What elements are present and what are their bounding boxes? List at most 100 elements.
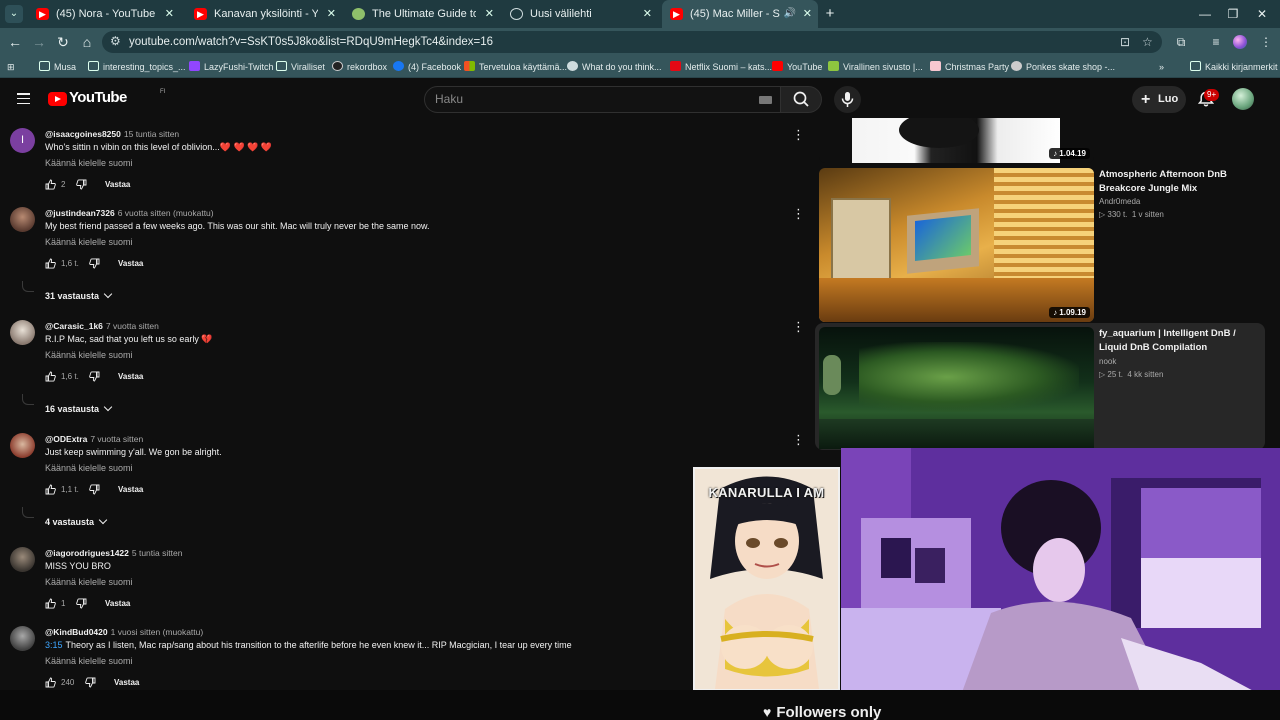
comment-author[interactable]: @isaacgoines8250 15 tuntia sitten <box>45 129 179 139</box>
translate-link[interactable]: Käännä kielelle suomi <box>45 350 133 360</box>
bookmarks-overflow-icon[interactable]: » <box>1159 56 1164 78</box>
more-actions-icon[interactable]: ⋮ <box>792 207 805 220</box>
page-scrollbar[interactable] <box>1272 81 1280 448</box>
avatar[interactable] <box>10 626 35 651</box>
channel-name[interactable]: nook <box>1099 357 1116 366</box>
close-tab-icon[interactable]: ✕ <box>327 0 336 28</box>
tab-youtube-studio[interactable]: ▶ Kanavan yksilöinti - YouTube Stu ✕ <box>186 0 342 28</box>
avatar[interactable] <box>10 320 35 345</box>
recommended-video[interactable]: ♪ 1.09.19 Atmospheric Afternoon DnB Brea… <box>819 168 1269 323</box>
dislike-icon[interactable] <box>89 484 100 495</box>
home-icon[interactable]: ⌂ <box>77 28 97 56</box>
site-info-icon[interactable]: ⚙ <box>110 34 121 48</box>
restore-icon[interactable]: ❐ <box>1223 0 1243 28</box>
translate-link[interactable]: Käännä kielelle suomi <box>45 237 133 247</box>
timestamp-link[interactable]: 3:15 <box>45 640 63 650</box>
dislike-icon[interactable] <box>89 371 100 382</box>
reply-button[interactable]: Vastaa <box>118 371 143 383</box>
create-button[interactable]: + Luo <box>1132 86 1186 113</box>
more-actions-icon[interactable]: ⋮ <box>792 320 805 333</box>
new-tab-button[interactable]: + <box>822 0 838 28</box>
comment-author[interactable]: @iagorodrigues1422 5 tuntia sitten <box>45 548 182 558</box>
all-bookmarks-folder[interactable]: Kaikki kirjanmerkit <box>1190 56 1278 78</box>
apps-grid-icon[interactable]: ⊞ <box>7 56 15 78</box>
install-app-icon[interactable]: ⊡ <box>1120 31 1130 53</box>
account-avatar[interactable] <box>1232 88 1254 110</box>
tab-mac-miller[interactable]: ▶ (45) Mac Miller - Self Care 🔊 ✕ <box>662 0 818 28</box>
comment-author[interactable]: @justindean7326 6 vuotta sitten (muokattu… <box>45 208 214 218</box>
bookmark-ponkes[interactable]: Ponkes skate shop -... <box>1011 56 1115 78</box>
bookmark-virallinen[interactable]: Virallinen sivusto |... <box>828 56 923 78</box>
view-replies-button[interactable]: 31 vastausta <box>45 289 113 301</box>
more-actions-icon[interactable]: ⋮ <box>792 433 805 446</box>
chrome-menu-icon[interactable]: ⋮ <box>1257 28 1275 56</box>
forward-icon[interactable]: → <box>29 28 49 56</box>
avatar[interactable]: I <box>10 128 35 153</box>
bookmark-youtube[interactable]: YouTube <box>772 56 822 78</box>
search-input[interactable]: Haku <box>424 86 781 113</box>
comment-author[interactable]: @Carasic_1k6 7 vuotta sitten <box>45 321 159 331</box>
video-title[interactable]: fy_aquarium | Intelligent DnB / Liquid D… <box>1099 327 1264 354</box>
reply-button[interactable]: Vastaa <box>118 484 143 496</box>
bookmark-facebook[interactable]: (4) Facebook <box>393 56 461 78</box>
hamburger-menu-icon[interactable] <box>17 93 30 108</box>
translate-link[interactable]: Käännä kielelle suomi <box>45 656 133 666</box>
tab-search-chevron-icon[interactable]: ⌄ <box>5 5 23 23</box>
bookmark-rekordbox[interactable]: rekordbox <box>332 56 387 78</box>
like-icon[interactable] <box>45 677 56 688</box>
tab-nora[interactable]: ▶ (45) Nora - YouTube ✕ <box>28 0 180 28</box>
close-window-icon[interactable]: ✕ <box>1252 0 1272 28</box>
keyboard-icon[interactable] <box>759 96 772 104</box>
comment-time[interactable]: 15 tuntia sitten <box>124 129 179 139</box>
more-actions-icon[interactable]: ⋮ <box>792 128 805 141</box>
avatar[interactable] <box>10 547 35 572</box>
like-icon[interactable] <box>45 371 56 382</box>
search-button[interactable] <box>781 86 822 113</box>
bookmark-folder-interesting-topics[interactable]: interesting_topics_... <box>88 56 186 78</box>
reply-button[interactable]: Vastaa <box>105 179 130 191</box>
close-tab-icon[interactable]: ✕ <box>165 0 174 28</box>
translate-link[interactable]: Käännä kielelle suomi <box>45 577 133 587</box>
comment-time[interactable]: 1 vuosi sitten (muokattu) <box>111 627 204 637</box>
tab-search-icon[interactable]: ≡ <box>1207 28 1225 56</box>
bookmark-netflix[interactable]: Netflix Suomi – kats... <box>670 56 772 78</box>
translate-link[interactable]: Käännä kielelle suomi <box>45 158 133 168</box>
comment-time[interactable]: 7 vuotta sitten <box>106 321 159 331</box>
recommended-video[interactable]: ♪ 1.04.19 <box>819 118 1269 163</box>
tab-japanese-guide[interactable]: The Ultimate Guide to Japanese ✕ <box>344 0 500 28</box>
view-replies-button[interactable]: 4 vastausta <box>45 515 108 527</box>
address-bar[interactable]: ⚙ youtube.com/watch?v=SsKT0s5J8ko&list=R… <box>102 31 1162 53</box>
recommended-video[interactable]: fy_aquarium | Intelligent DnB / Liquid D… <box>819 327 1269 449</box>
close-tab-icon[interactable]: ✕ <box>803 0 812 28</box>
back-icon[interactable]: ← <box>5 28 25 56</box>
bookmark-what-do-you-think[interactable]: What do you think... <box>567 56 662 78</box>
profile-avatar-icon[interactable] <box>1233 35 1247 49</box>
bookmark-tervetuloa[interactable]: Tervetuloa käyttämä... <box>464 56 567 78</box>
like-icon[interactable] <box>45 484 56 495</box>
tab-new-tab[interactable]: Uusi välilehti ✕ <box>502 0 658 28</box>
dislike-icon[interactable] <box>76 598 87 609</box>
avatar[interactable] <box>10 207 35 232</box>
comment-time[interactable]: 6 vuotta sitten (muokattu) <box>118 208 214 218</box>
reload-icon[interactable]: ↻ <box>53 28 73 56</box>
comment-time[interactable]: 5 tuntia sitten <box>132 548 183 558</box>
avatar[interactable] <box>10 433 35 458</box>
like-icon[interactable] <box>45 258 56 269</box>
like-icon[interactable] <box>45 598 56 609</box>
reply-button[interactable]: Vastaa <box>114 677 139 689</box>
bookmark-christmas-party[interactable]: Christmas Party <box>930 56 1009 78</box>
comment-author[interactable]: @KindBud0420 1 vuosi sitten (muokattu) <box>45 627 203 637</box>
view-replies-button[interactable]: 16 vastausta <box>45 402 113 414</box>
extensions-icon[interactable]: ⧉ <box>1172 28 1190 56</box>
channel-name[interactable]: Andr0meda <box>1099 197 1140 206</box>
voice-search-button[interactable] <box>834 86 861 113</box>
reply-button[interactable]: Vastaa <box>118 258 143 270</box>
url-text[interactable]: youtube.com/watch?v=SsKT0s5J8ko&list=RDq… <box>129 31 493 53</box>
dislike-icon[interactable] <box>76 179 87 190</box>
video-title[interactable]: Atmospheric Afternoon DnB Breakcore Jung… <box>1099 168 1264 195</box>
bookmark-folder-musa[interactable]: Musa <box>39 56 76 78</box>
comment-time[interactable]: 7 vuotta sitten <box>90 434 143 444</box>
translate-link[interactable]: Käännä kielelle suomi <box>45 463 133 473</box>
close-tab-icon[interactable]: ✕ <box>643 0 652 28</box>
audio-playing-icon[interactable]: 🔊 <box>784 0 796 28</box>
